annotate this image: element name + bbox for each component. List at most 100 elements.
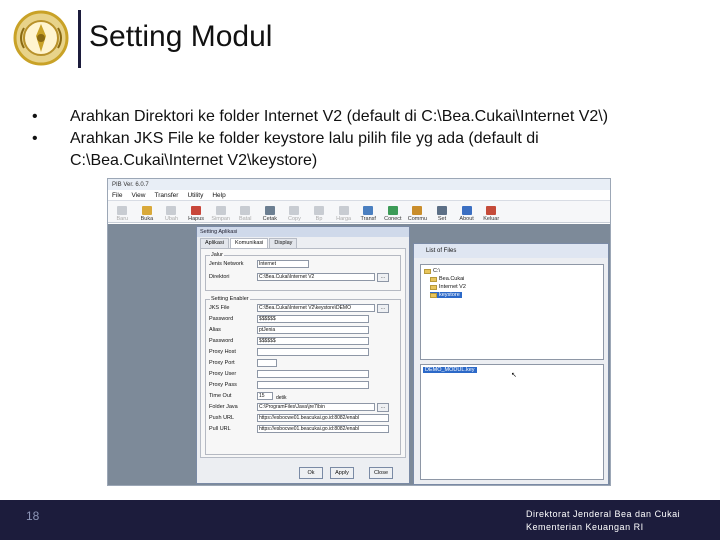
menu-transfer[interactable]: Transfer [154,192,178,199]
menu-view[interactable]: View [131,192,145,199]
footer-institution: Direktorat Jenderal Bea dan Cukai Kement… [526,508,680,534]
password-field[interactable]: $$$$$$ [257,315,369,323]
toolbar-button-label: Buka [140,216,154,222]
save-icon [215,206,226,215]
settings-icon [437,206,448,215]
toolbar-button-commu[interactable]: Commu [405,206,430,222]
directory-field[interactable]: C:\Bea.Cukai\Internet V2 [257,273,375,281]
close-button[interactable]: Close [369,467,393,479]
tree-item-label: keystore [439,292,460,298]
toolbar-button-cetak[interactable]: Cetak [258,206,283,222]
toolbar-button-label: Batal [238,216,252,222]
proxy-port-field[interactable] [257,359,277,367]
page-number: 18 [26,509,40,523]
alias-password-label: Password [209,338,234,344]
tab-display[interactable]: Display [269,238,298,248]
menu-file[interactable]: File [112,192,122,199]
tree-item[interactable]: Bea.Cukai [430,276,464,282]
exit-icon [486,206,497,215]
toolbar-button-harga[interactable]: Harga [331,206,356,222]
folder-icon [424,268,431,274]
print-icon [264,206,275,215]
tab-panel: Jalur Jenis Network Internet Direktori C… [200,248,406,458]
menu-help[interactable]: Help [212,192,225,199]
toolbar-button-copy[interactable]: Copy [282,206,307,222]
push-url-field[interactable]: https://esbocwe01.beacukai.go.id:8082/en… [257,414,389,422]
price-icon [338,206,349,215]
tree-item-label: Bea.Cukai [439,276,465,282]
copy-icon [289,206,300,215]
toolbar-button-label: Baru [116,216,129,222]
toolbar-button-batal[interactable]: Batal [233,206,258,222]
proxy-pass-field[interactable] [257,381,369,389]
proxy-port-label: Proxy Port [209,360,235,366]
tree-item[interactable]: C:\ [424,268,440,274]
list-of-files-title: List of Files [414,244,608,258]
folder-open-icon [430,292,437,298]
toolbar-button-simpan[interactable]: Simpan [208,206,233,222]
pull-url-field[interactable]: https://esbocwe01.beacukai.go.id:8082/en… [257,425,389,433]
jks-file-field[interactable]: C:\Bea.Cukai\Internet V2\keystore\DEMO [257,304,375,312]
toolbar-button-label: Harga [336,216,352,222]
tab-aplikasi[interactable]: Aplikasi [200,238,229,248]
proxy-pass-label: Proxy Pass [209,382,237,388]
folder-tree: C:\ Bea.Cukai Internet V2 keystore [420,264,604,360]
directory-browse-button[interactable]: ... [377,273,389,282]
time-out-field[interactable]: 15 [257,392,273,400]
apply-button[interactable]: Apply [330,467,354,479]
new-icon [117,206,128,215]
toolbar-button-label: Cetak [262,216,278,222]
push-url-label: Push URL [209,415,235,421]
setting-dialog: Setting Aplikasi Aplikasi Komunikasi Dis… [196,226,410,484]
file-item-selected[interactable]: DEMO_MODUL.key [423,367,477,373]
java-folder-field[interactable]: C:\ProgramFiles\Java\jre7\bin [257,403,375,411]
toolbar-button-set[interactable]: Set [430,206,455,222]
bullet-list: • Arahkan Direktori ke folder Internet V… [32,106,692,172]
network-type-label: Jenis Network [209,261,244,267]
toolbar-button-baru[interactable]: Baru [110,206,135,222]
toolbar-button-label: Hapus [188,216,205,222]
proxy-user-field[interactable] [257,370,369,378]
slide-title: Setting Modul [89,20,273,53]
toolbar-button-label: Copy [288,216,301,222]
proxy-host-label: Proxy Host [209,349,236,355]
tab-komunikasi[interactable]: Komunikasi [229,238,269,248]
toolbar-button-keluar[interactable]: Keluar [479,206,504,222]
menu-bar: File View Transfer Utility Help [108,190,610,201]
ok-button[interactable]: Ok [299,467,323,479]
file-list: DEMO_MODUL.key ↖ [420,364,604,480]
toolbar-button-about[interactable]: About [454,206,479,222]
toolbar-button-label: Ubah [164,216,179,222]
network-type-select[interactable]: Internet [257,260,309,268]
toolbar-button-buka[interactable]: Buka [135,206,160,222]
alias-label: Alias [209,327,221,333]
toolbar-button-conect[interactable]: Conect [381,206,406,222]
jks-browse-button[interactable]: ... [377,304,389,313]
toolbar: Baru Buka Ubah Hapus Simpan Batal Cetak Copy Bp H… [108,201,610,223]
tree-item-label: C:\ [433,268,441,274]
menu-utility[interactable]: Utility [187,192,203,199]
java-folder-label: Folder Java [209,404,238,410]
mouse-cursor-icon: ↖ [511,372,517,379]
toolbar-button-label: Set [437,216,447,222]
tree-item-selected[interactable]: keystore [430,292,462,298]
toolbar-button-hapus[interactable]: Hapus [184,206,209,222]
toolbar-button-transf[interactable]: Transf [356,206,381,222]
toolbar-button-label: Bp [315,216,323,222]
enabler-group-label: Setting Enabler [210,296,250,302]
alias-field[interactable]: ptJenia [257,326,369,334]
password-label: Password [209,316,234,322]
tree-item[interactable]: Internet V2 [430,284,466,290]
alias-password-field[interactable]: $$$$$$ [257,337,369,345]
edit-icon [166,206,177,215]
java-browse-button[interactable]: ... [377,403,389,412]
tree-item-label: Internet V2 [439,284,466,290]
toolbar-button-ubah[interactable]: Ubah [159,206,184,222]
about-icon [461,206,472,215]
bullet-marker: • [32,108,38,125]
communication-icon [412,206,423,215]
toolbar-button-bp[interactable]: Bp [307,206,332,222]
proxy-host-field[interactable] [257,348,369,356]
bullet-item: • Arahkan JKS File ke folder keystore la… [32,128,692,172]
customs-logo [13,10,69,66]
